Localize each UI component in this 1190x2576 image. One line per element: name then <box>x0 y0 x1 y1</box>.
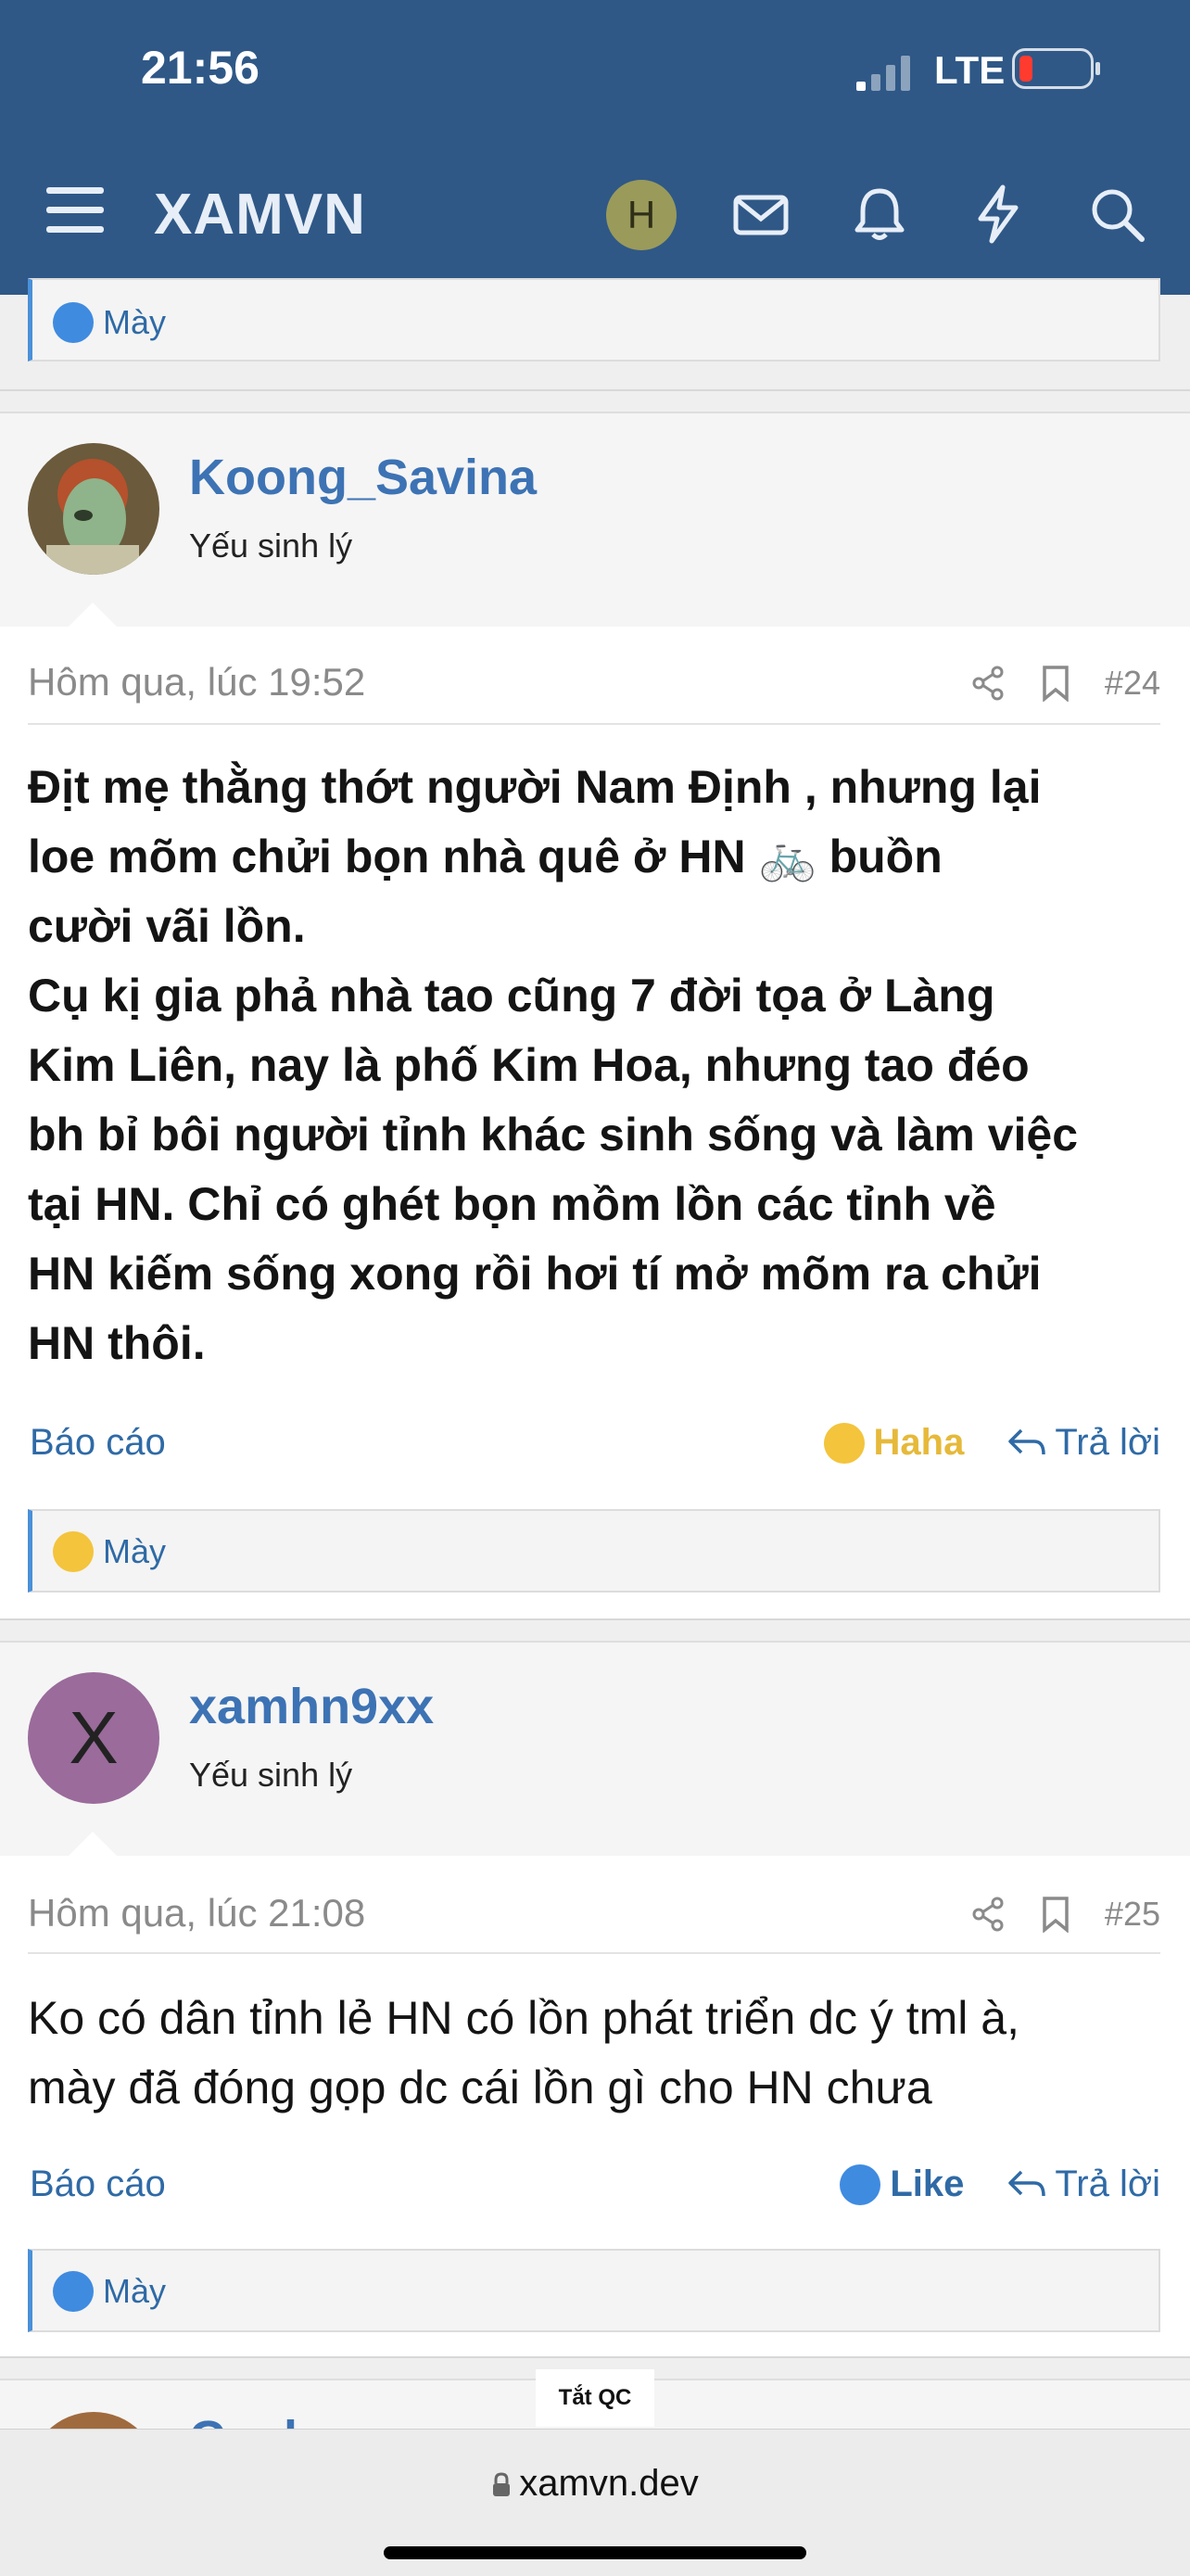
post-separator <box>0 389 1190 413</box>
post-number[interactable]: #24 <box>1105 664 1160 703</box>
username[interactable]: Koong_Savina <box>189 449 537 506</box>
post-line: Ko có dân tỉnh lẻ HN có lồn phát triển d… <box>28 1992 1019 2044</box>
reactor-name: Mày <box>103 2272 167 2310</box>
post-line: HN thôi. <box>28 1317 206 1369</box>
reaction-summary[interactable]: Mày <box>28 278 1160 362</box>
divider <box>28 1952 1160 1954</box>
signal-icon <box>856 56 910 91</box>
reply-label: Trả lời <box>1055 2164 1160 2204</box>
post-number[interactable]: #25 <box>1105 1895 1160 1934</box>
haha-icon <box>53 1531 94 1572</box>
browser-bar: xamvn.dev <box>0 2429 1190 2576</box>
bell-icon[interactable] <box>849 184 910 245</box>
post-body: Ko có dân tỉnh lẻ HN có lồn phát triển d… <box>28 1984 1168 2123</box>
search-icon[interactable] <box>1086 184 1147 245</box>
user-title: Yếu sinh lý <box>189 1756 353 1794</box>
post-line: tại HN. Chỉ có ghét bọn mồm lồn các tỉnh… <box>28 1178 996 1230</box>
reply-label: Trả lời <box>1055 1422 1160 1463</box>
like-icon <box>53 302 94 343</box>
like-icon <box>53 2271 94 2312</box>
site-logo[interactable]: XAMVN <box>154 182 366 247</box>
reaction-summary[interactable]: Mày <box>28 1509 1160 1593</box>
post-line: mày đã đóng gọp dc cái lồn gì cho HN chư… <box>28 2062 932 2113</box>
post-actions: Báo cáo Haha Trả lời <box>0 1422 1190 1478</box>
post-line: HN kiếm sống xong rồi hơi tí mở mõm ra c… <box>28 1248 1042 1300</box>
user-title: Yếu sinh lý <box>189 527 353 565</box>
post-line: Địt mẹ thằng thớt người Nam Định , nhưng… <box>28 761 1042 813</box>
battery-icon <box>1012 48 1100 89</box>
lock-icon <box>493 2472 511 2496</box>
reply-button[interactable]: Trả lời <box>1006 2164 1160 2205</box>
reaction-label: Like <box>890 2164 965 2204</box>
bookmark-icon[interactable] <box>1040 1896 1071 1933</box>
top-header: 21:56 LTE XAMVN H <box>0 0 1190 295</box>
bolt-icon[interactable] <box>968 184 1029 245</box>
haha-icon <box>823 1422 865 1464</box>
avatar[interactable] <box>28 443 159 575</box>
status-time: 21:56 <box>141 42 260 94</box>
post-line: bh bỉ bôi người tỉnh khác sinh sống và l… <box>28 1109 1079 1161</box>
reaction-label: Haha <box>873 1422 965 1463</box>
reply-icon <box>1008 2170 1046 2196</box>
post-line: Kim Liên, nay là phố Kim Hoa, nhưng tao … <box>28 1039 1030 1091</box>
post-pointer <box>67 603 119 628</box>
like-icon <box>840 2164 881 2205</box>
post-time[interactable]: Hôm qua, lúc 19:52 <box>28 660 365 704</box>
mail-icon[interactable] <box>730 184 791 245</box>
post-24: Hôm qua, lúc 19:52 #24 Địt mẹ thằng thớt… <box>0 627 1190 1618</box>
share-icon[interactable] <box>969 665 1006 702</box>
post-line: cười vãi lồn. <box>28 900 306 952</box>
divider <box>28 723 1160 725</box>
network-label: LTE <box>934 48 1006 92</box>
bookmark-icon[interactable] <box>1040 665 1071 702</box>
post-separator <box>0 1618 1190 1643</box>
address-bar[interactable]: xamvn.dev <box>0 2463 1190 2505</box>
post-user-header: Koong_Savina Yếu sinh lý <box>0 412 1190 628</box>
post-actions: Báo cáo Like Trả lời <box>0 2164 1190 2219</box>
share-icon[interactable] <box>969 1896 1006 1933</box>
post-time[interactable]: Hôm qua, lúc 21:08 <box>28 1891 365 1935</box>
post-25: Hôm qua, lúc 21:08 #25 Ko có dân tỉnh lẻ… <box>0 1856 1190 2356</box>
post-user-header: X xamhn9xx Yếu sinh lý <box>0 1641 1190 1858</box>
url-text: xamvn.dev <box>519 2463 699 2504</box>
avatar[interactable]: X <box>28 1672 159 1804</box>
hide-ads-button[interactable]: Tắt QC <box>536 2369 654 2427</box>
post-line: loe mõm chửi bọn nhà quê ở HN 🚲 buồn <box>28 831 943 882</box>
report-link[interactable]: Báo cáo <box>30 1422 166 1464</box>
post-body: Địt mẹ thằng thớt người Nam Định , nhưng… <box>28 753 1168 1378</box>
reply-icon <box>1008 1428 1046 1454</box>
home-indicator <box>384 2546 806 2559</box>
username[interactable]: xamhn9xx <box>189 1678 434 1735</box>
report-link[interactable]: Báo cáo <box>30 2164 166 2205</box>
post-line: Cụ kị gia phả nhà tao cũng 7 đời tọa ở L… <box>28 970 995 1022</box>
reaction-summary[interactable]: Mày <box>28 2249 1160 2332</box>
reply-button[interactable]: Trả lời <box>1006 1422 1160 1464</box>
reactor-name: Mày <box>103 303 167 341</box>
haha-button[interactable]: Haha <box>823 1422 965 1464</box>
user-avatar[interactable]: H <box>606 180 677 250</box>
reactor-name: Mày <box>103 1532 167 1570</box>
menu-icon[interactable] <box>46 182 104 239</box>
like-button[interactable]: Like <box>840 2164 964 2205</box>
post-pointer <box>67 1832 119 1858</box>
